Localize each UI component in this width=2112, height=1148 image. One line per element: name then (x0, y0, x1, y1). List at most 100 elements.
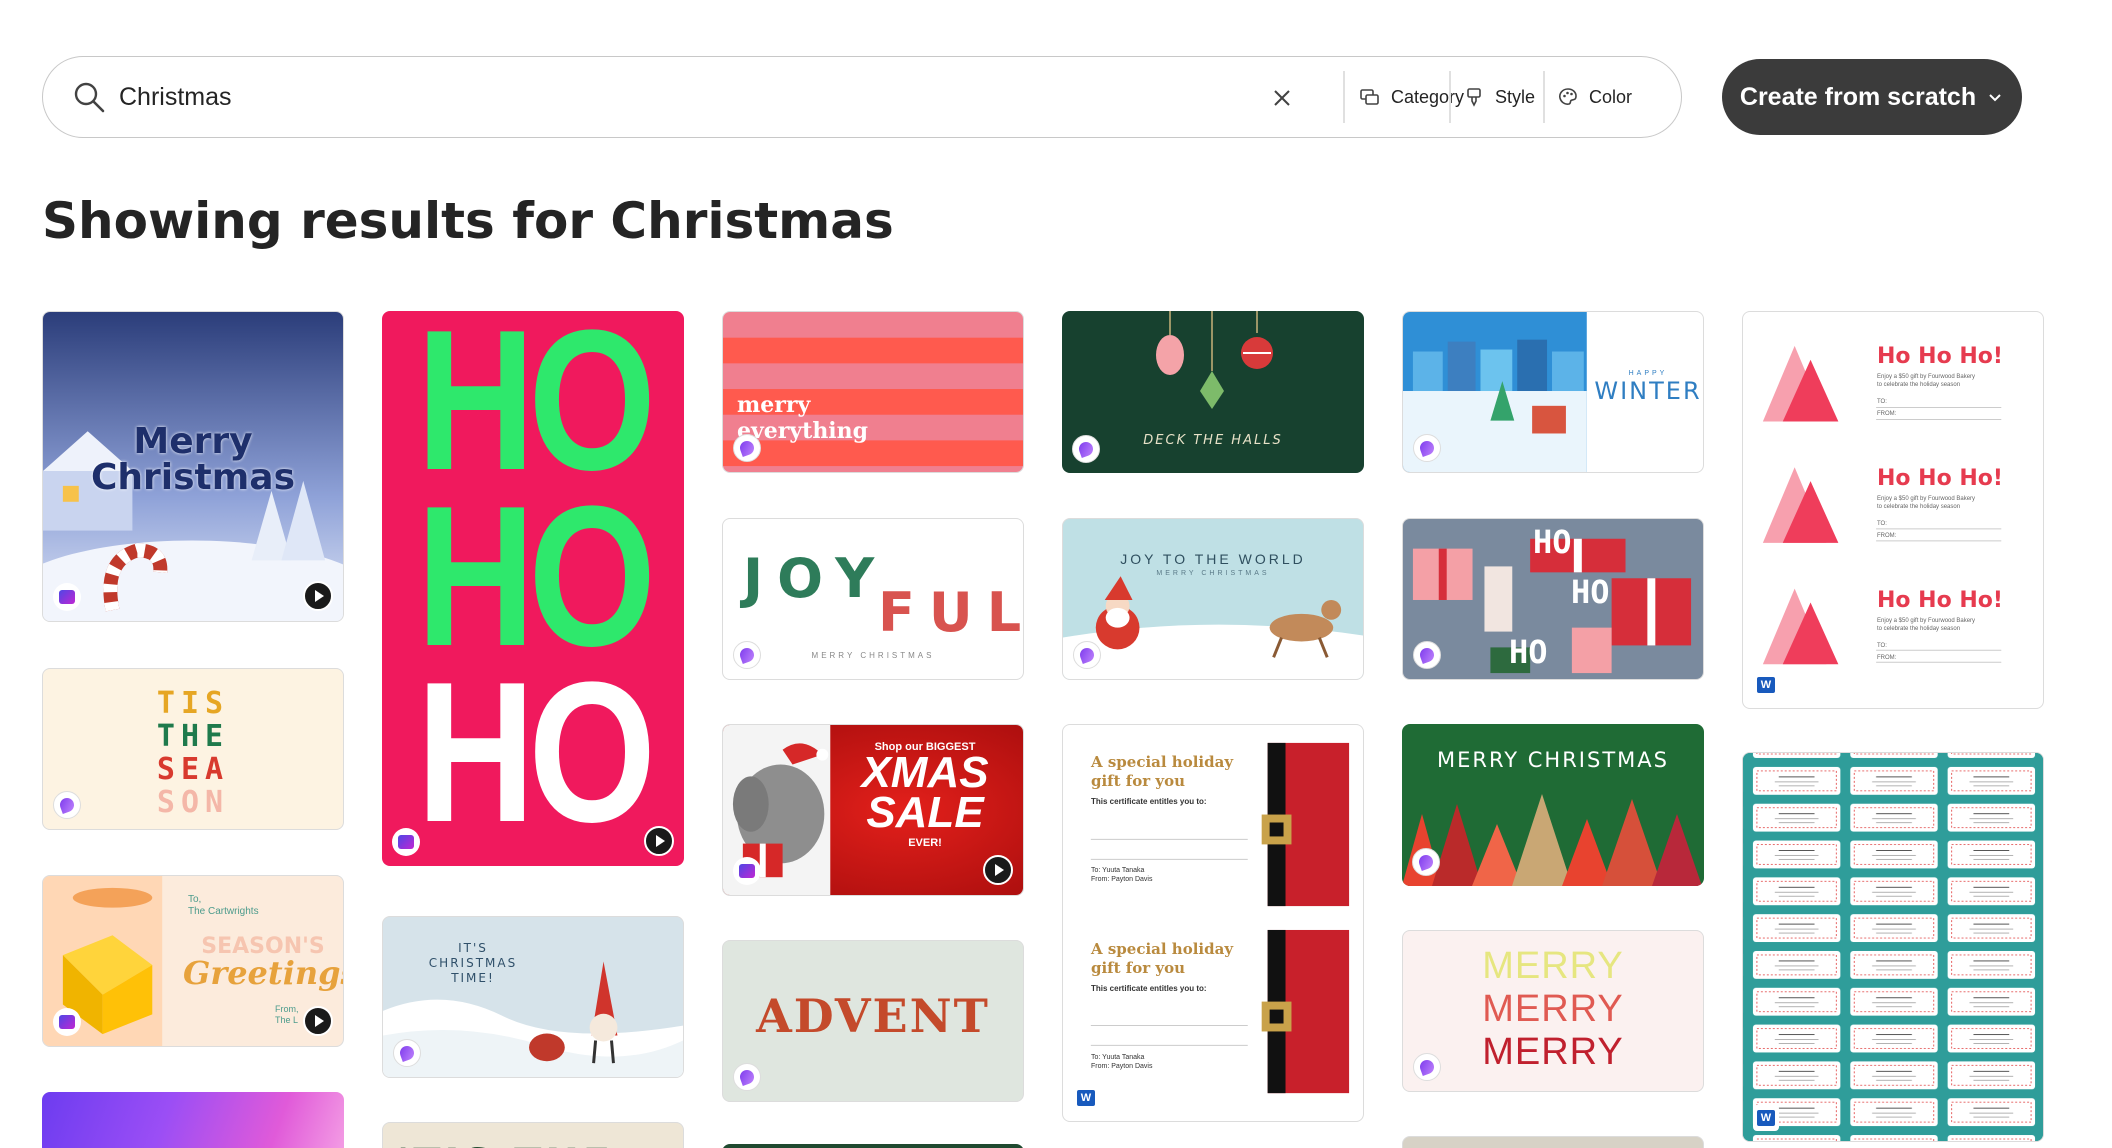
play-icon[interactable] (303, 1006, 333, 1036)
word-icon: W (1073, 1085, 1099, 1111)
designer-icon (393, 1039, 421, 1067)
template-card-ho-gifts[interactable]: HO HO HO (1402, 518, 1704, 680)
search-bar: Category Style Color (42, 56, 1682, 138)
card-title: MERRY CHRISTMAS (1437, 748, 1669, 772)
card-line: HO (416, 465, 656, 688)
designer-icon (1413, 641, 1441, 669)
play-icon[interactable] (644, 826, 674, 856)
template-card-its-christmas-time[interactable]: IT'S CHRISTMAS TIME! (382, 916, 684, 1078)
card-line: CHRISTMAS (428, 956, 518, 970)
card-body1: Enjoy a $50 gift by Fourwood Bakery (1877, 618, 1976, 624)
card-line: MERRY (1482, 1031, 1624, 1073)
template-card-green[interactable] (722, 1144, 1024, 1148)
clipchamp-icon (53, 1008, 81, 1036)
chevron-down-icon (1989, 94, 2001, 102)
card-line: SON (156, 785, 230, 820)
template-card-beige[interactable] (1402, 1136, 1704, 1148)
template-card-merry-christmas-trees[interactable]: MERRY CHRISTMAS (1402, 724, 1704, 886)
card-to: To: Yuuta Tanaka (1091, 1054, 1145, 1061)
designer-icon (53, 791, 81, 819)
card-sub: MERRY CHRISTMAS (811, 651, 935, 660)
template-card-tis-the[interactable]: 'TIS THE (382, 1122, 684, 1148)
template-card-deck-the-halls[interactable]: DECK THE HALLS (1062, 311, 1364, 473)
word-icon: W (1753, 1105, 1779, 1131)
style-filter-label: Style (1495, 86, 1536, 107)
results-term: Christmas (610, 192, 894, 250)
palette-icon (1559, 88, 1577, 105)
create-from-scratch-button[interactable]: Create from scratch (1722, 59, 2022, 135)
card-from: FROM: (1877, 411, 1897, 417)
card-title: Ho Ho Ho! (1877, 344, 2003, 369)
card-to: To: Yuuta Tanaka (1091, 867, 1145, 874)
card-line: HO (1533, 523, 1572, 561)
card-body2: to celebrate the holiday season (1877, 504, 1961, 510)
designer-icon (733, 434, 761, 462)
category-icon (1360, 89, 1379, 105)
template-card-ho-ho-ho-gift-cards[interactable]: Ho Ho Ho! Enjoy a $50 gift by Fourwood B… (1742, 311, 2044, 709)
designer-icon (1073, 641, 1101, 669)
card-part2: FUL (878, 581, 1024, 644)
category-filter-label: Category (1391, 86, 1465, 107)
template-card-xmas-sale[interactable]: Shop our BIGGEST XMAS SALE EVER! (722, 724, 1024, 896)
card-title: DECK THE HALLS (1143, 433, 1283, 448)
card-to: TO: (1877, 521, 1887, 527)
template-card-merry-everything[interactable]: merry everything (722, 311, 1024, 473)
card-title: Merry Christmas (90, 421, 295, 498)
card-from-name: The L (275, 1015, 299, 1025)
clipchamp-icon (392, 828, 420, 856)
card-from: From: Payton Davis (1091, 876, 1153, 883)
card-big2: SALE (866, 788, 984, 837)
clear-search-button[interactable] (1265, 81, 1299, 115)
card-to-name: The Cartwrights (188, 906, 259, 917)
card-line: HO (1509, 633, 1548, 671)
divider (1449, 71, 1451, 123)
play-icon[interactable] (303, 581, 333, 611)
divider (1343, 71, 1345, 123)
card-title: 'TIS THE (397, 1141, 614, 1148)
template-card-ho-ho-ho[interactable]: HO HO HO (382, 311, 684, 866)
template-card-merry-christmas-video[interactable]: Merry Christmas (42, 311, 344, 622)
card-body1: Enjoy a $50 gift by Fourwood Bakery (1877, 374, 1976, 380)
card-line: MERRY (1482, 945, 1624, 987)
template-card-joy-to-the-world[interactable]: JOY TO THE WORLD MERRY CHRISTMAS (1062, 518, 1364, 680)
divider (1543, 71, 1545, 123)
card-artwork (1743, 753, 2043, 1141)
card-part1: JOY (743, 547, 889, 610)
template-card-gradient[interactable] (42, 1092, 344, 1148)
card-body2: to celebrate the holiday season (1877, 382, 1961, 388)
card-line: HO (416, 311, 656, 512)
card-body2: to celebrate the holiday season (1877, 626, 1961, 632)
designer-icon (733, 1063, 761, 1091)
template-card-happy-winter[interactable]: HAPPY WINTER (1402, 311, 1704, 473)
card-title: Ho Ho Ho! (1877, 466, 2003, 491)
card-from: FROM: (1877, 655, 1897, 661)
card-title2: gift for you (1091, 959, 1185, 977)
play-icon[interactable] (983, 855, 1013, 885)
clipchamp-icon (733, 857, 761, 885)
template-card-holiday-gift-certificate[interactable]: A special holiday gift for you This cert… (1062, 724, 1364, 1122)
create-from-scratch-label: Create from scratch (1739, 82, 1977, 111)
card-title2: gift for you (1091, 772, 1185, 790)
card-line: HO (416, 641, 656, 864)
template-card-merry-merry-merry[interactable]: MERRY MERRY MERRY (1402, 930, 1704, 1092)
card-body1: Enjoy a $50 gift by Fourwood Bakery (1877, 496, 1976, 502)
card-to: TO: (1877, 643, 1887, 649)
results-prefix: Showing results for (42, 192, 593, 250)
card-entitles: This certificate entitles you to: (1091, 797, 1207, 806)
card-line: TIS (156, 686, 230, 721)
template-card-advent[interactable]: ADVENT (722, 940, 1024, 1102)
card-line: THE (156, 719, 230, 754)
template-card-joyful[interactable]: JOY FUL MERRY CHRISTMAS (722, 518, 1024, 680)
card-from: From: Payton Davis (1091, 1063, 1153, 1070)
template-card-tis-the-season[interactable]: TIS THE SEA SON (42, 668, 344, 830)
designer-icon (1413, 1053, 1441, 1081)
color-filter-button[interactable]: Color (1557, 75, 1632, 119)
designer-icon (733, 641, 761, 669)
template-card-address-labels[interactable]: W (1742, 752, 2044, 1142)
style-filter-button[interactable]: Style (1463, 75, 1535, 119)
template-card-seasons-greetings[interactable]: To, The Cartwrights SEASON'S Greetings F… (42, 875, 344, 1047)
card-artwork (1156, 311, 1273, 409)
card-line: SEA (156, 752, 230, 787)
designer-icon (1412, 848, 1440, 876)
search-input[interactable] (119, 77, 1249, 117)
